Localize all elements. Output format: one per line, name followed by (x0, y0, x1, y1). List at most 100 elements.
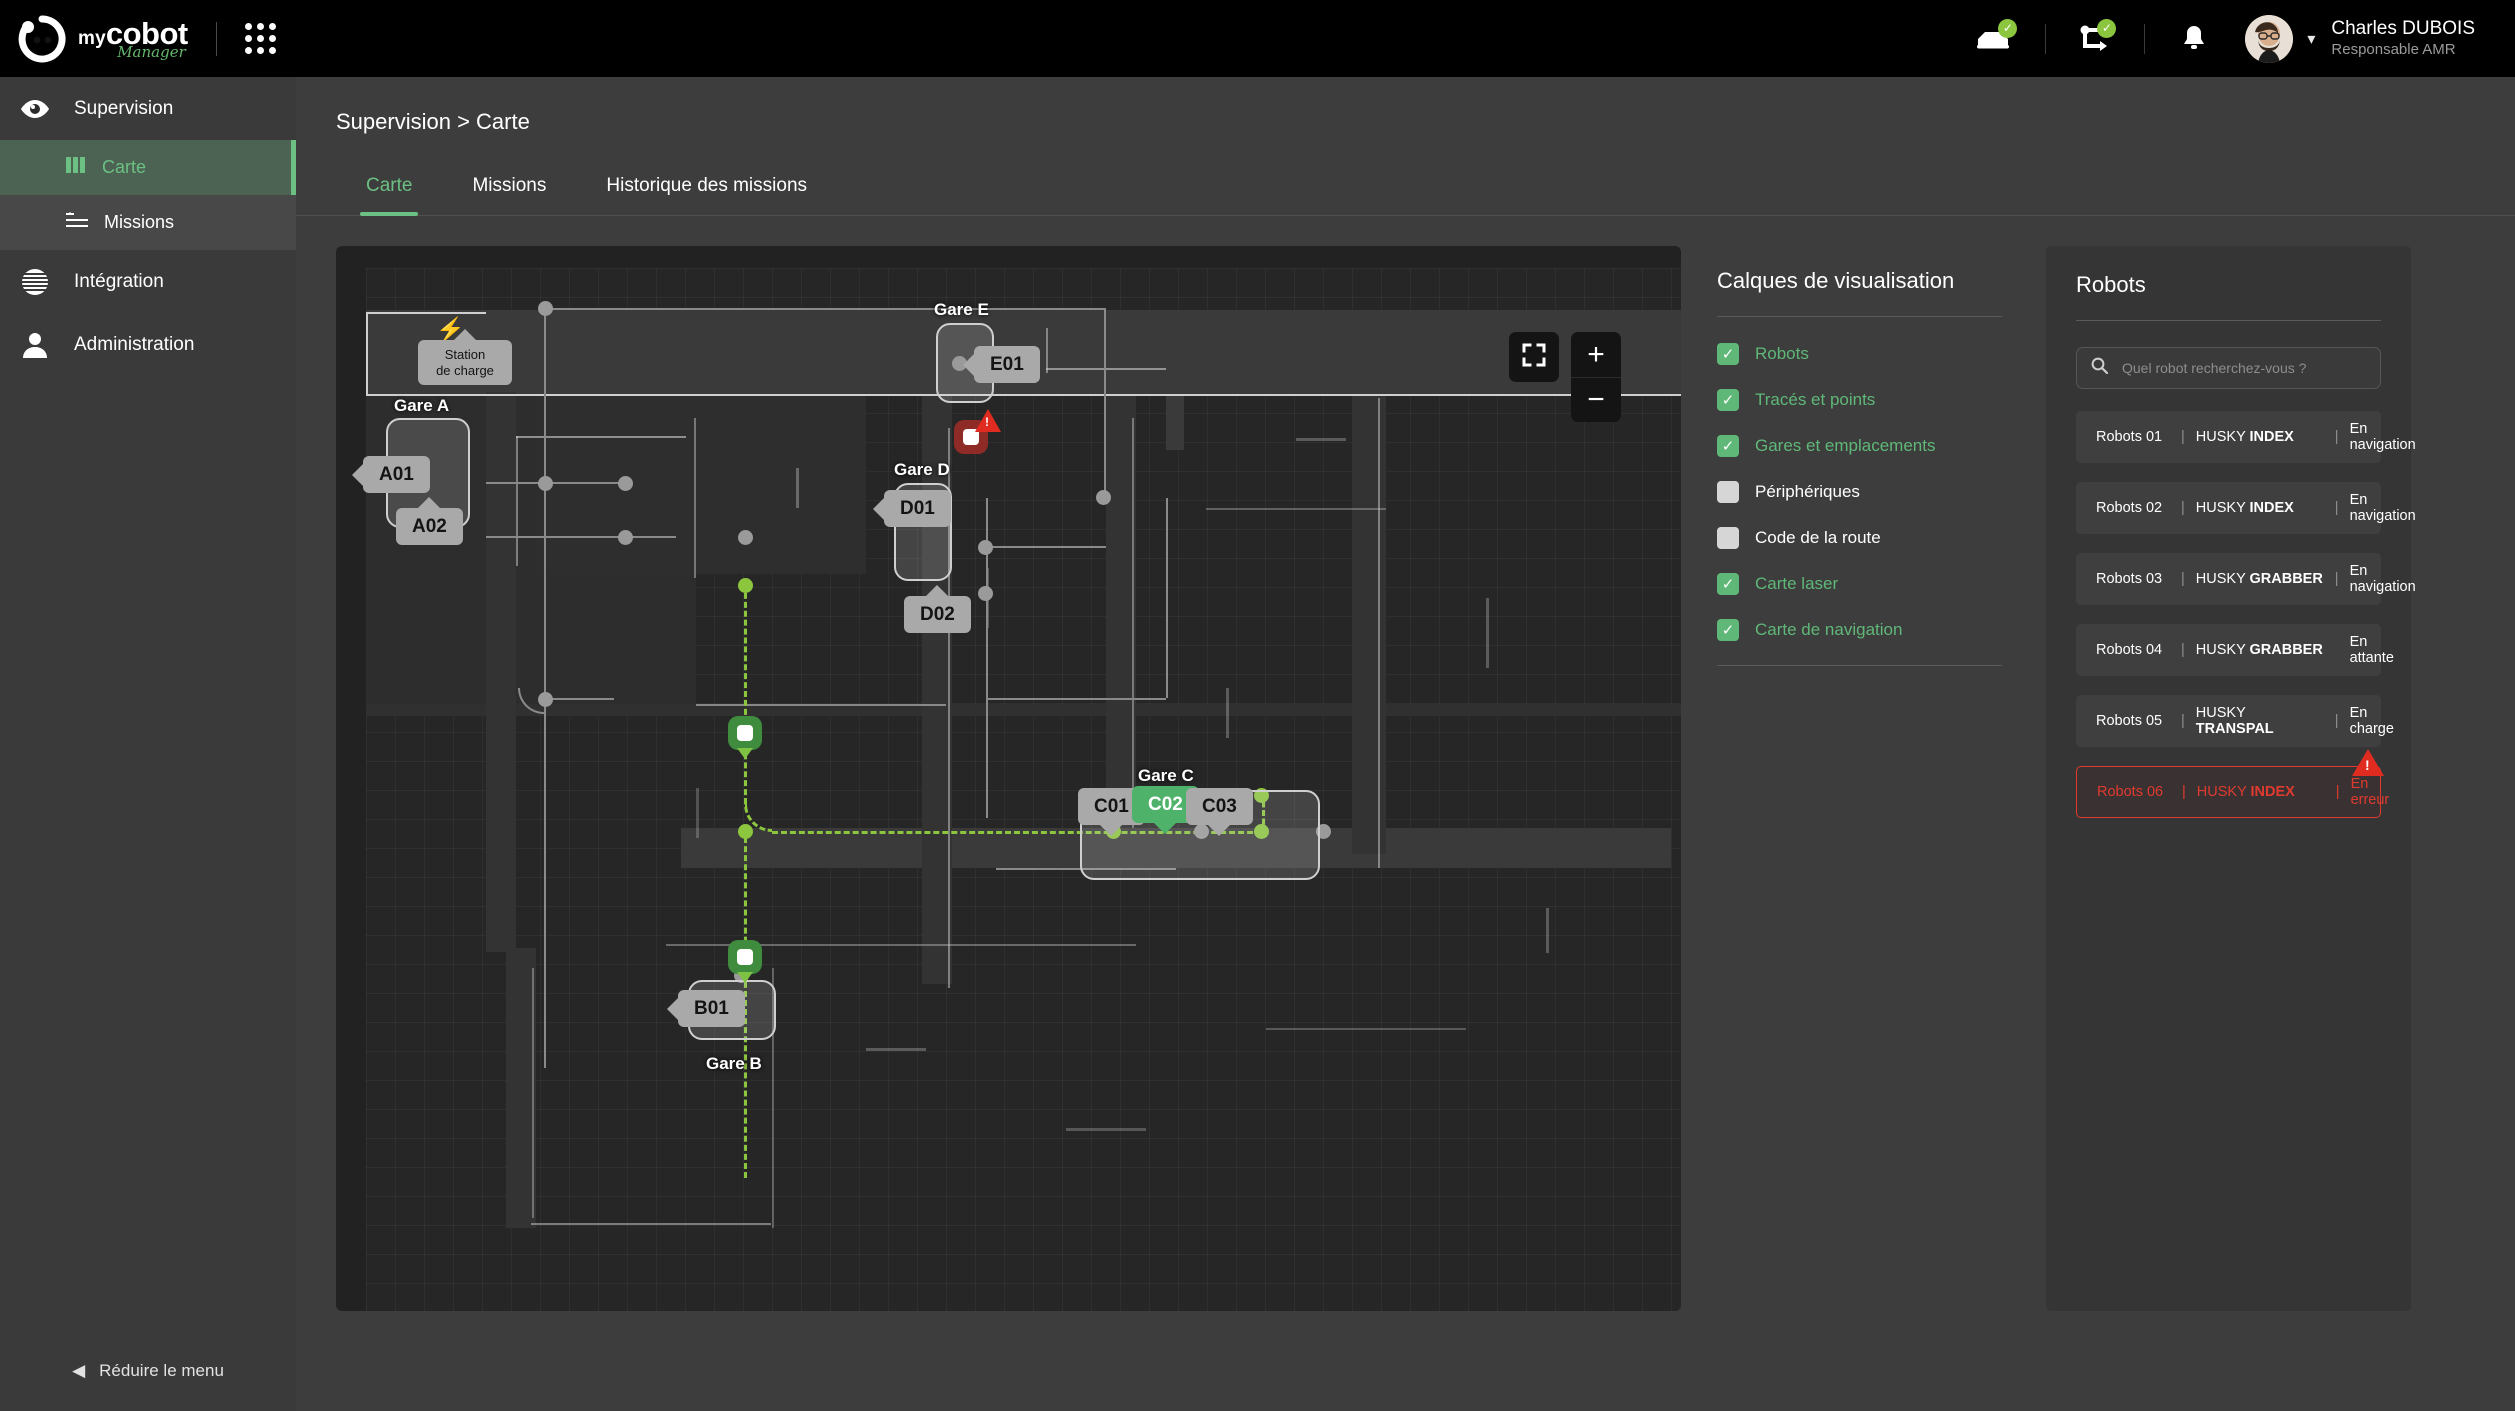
sidebar-item-label-carte: Carte (102, 157, 147, 177)
robot-row-02[interactable]: Robots 02 | HUSKY INDEX | En navigation (2076, 482, 2416, 534)
app-root: mycobot Manager ✓ ✓ ▾ Charles DUBOIS Res… (0, 0, 2515, 1411)
layer-label-peripheriques: Périphériques (1755, 482, 1860, 501)
slot-c03-label: C03 (1202, 796, 1237, 817)
waypoint[interactable] (1096, 490, 1111, 505)
slot-b01[interactable]: B01 (667, 990, 745, 1027)
collapse-menu-button[interactable]: ◀ Réduire le menu (0, 1361, 296, 1381)
waypoint[interactable] (738, 578, 753, 593)
waypoint[interactable] (538, 692, 553, 707)
map-robot-marker[interactable] (728, 940, 762, 983)
user-info[interactable]: Charles DUBOIS Responsable AMR (2331, 17, 2475, 60)
map-robot-marker[interactable] (728, 716, 762, 759)
waypoint[interactable] (978, 586, 993, 601)
waypoint[interactable] (538, 301, 553, 316)
layer-label-robots: Robots (1755, 344, 1809, 363)
robot-model-name-02: INDEX (2249, 500, 2294, 516)
slot-e01-label: E01 (990, 354, 1024, 375)
layer-checkbox-robots[interactable] (1717, 343, 1739, 365)
sidebar-item-supervision[interactable]: Supervision (0, 77, 296, 140)
vehicle-status-icon[interactable]: ✓ (1969, 18, 2023, 59)
laser-speck (866, 1048, 926, 1051)
slot-a01[interactable]: A01 (352, 456, 430, 493)
layer-row-carte-laser[interactable]: Carte laser (1717, 573, 2002, 595)
robot-model-02: HUSKY INDEX (2196, 500, 2324, 516)
topbar-sep-2 (2144, 23, 2146, 54)
notifications-bell-icon[interactable] (2167, 19, 2221, 59)
top-bar: mycobot Manager ✓ ✓ ▾ Charles DUBOIS Res… (0, 0, 2515, 77)
layer-row-code-de-la-route[interactable]: Code de la route (1717, 527, 2002, 549)
slot-d02[interactable]: D02 (904, 585, 971, 633)
layer-checkbox-carte-laser[interactable] (1717, 573, 1739, 595)
robot-sep: | (2181, 429, 2185, 445)
map-viewport[interactable]: ⚡ Station de charge Gare A A01 A02 Gare … (352, 268, 1681, 1311)
layer-row-traces-et-points[interactable]: Tracés et points (1717, 389, 2002, 411)
robot-model-prefix-06: HUSKY (2196, 784, 2247, 800)
layers-divider (1717, 316, 2002, 317)
nav-zone (1352, 394, 1386, 854)
waypoint[interactable] (738, 824, 753, 839)
charging-station-label[interactable]: Station de charge (418, 329, 512, 386)
layers-bottom-divider (1717, 665, 2002, 666)
charging-station-line2: de charge (436, 362, 494, 378)
layer-checkbox-code-de-la-route[interactable] (1717, 527, 1739, 549)
robot-row-05[interactable]: Robots 05 | HUSKY TRANSPAL | En charge (2076, 695, 2394, 747)
waypoint[interactable] (618, 530, 633, 545)
sidebar-item-missions[interactable]: Missions (0, 195, 296, 250)
robot-search[interactable] (2076, 347, 2381, 389)
robot-model-name-04: GRABBER (2249, 642, 2323, 658)
map-canvas[interactable]: ⚡ Station de charge Gare A A01 A02 Gare … (336, 246, 1681, 1311)
robot-row-04[interactable]: Robots 04 | HUSKY GRABBER | En attante (2076, 624, 2394, 676)
sidebar-item-administration[interactable]: Administration (0, 313, 296, 376)
waypoint[interactable] (978, 540, 993, 555)
layer-label-gares-et-emplacements: Gares et emplacements (1755, 436, 1936, 455)
layer-checkbox-carte-de-navigation[interactable] (1717, 619, 1739, 641)
mission-flow-icon[interactable]: ✓ (2068, 18, 2122, 59)
layer-checkbox-gares-et-emplacements[interactable] (1717, 435, 1739, 457)
slot-a02[interactable]: A02 (396, 497, 463, 545)
search-input[interactable] (2122, 360, 2366, 376)
robot-name-06: Robots 06 (2097, 784, 2164, 800)
sidebar-item-integration[interactable]: Intégration (0, 250, 296, 313)
brand-logo[interactable]: mycobot Manager (18, 14, 188, 63)
collapse-menu-label: Réduire le menu (99, 1361, 224, 1380)
zoom-in-button[interactable]: + (1571, 332, 1621, 377)
apps-grid-icon[interactable] (244, 23, 276, 54)
robot-model-prefix-01: HUSKY (2195, 429, 2246, 445)
nav-zone (486, 392, 516, 952)
chevron-down-icon[interactable]: ▾ (2307, 29, 2315, 49)
zoom-out-button[interactable]: − (1571, 377, 1621, 422)
sidebar-item-carte[interactable]: Carte (0, 140, 296, 195)
waypoint[interactable] (738, 530, 753, 545)
robot-row-03[interactable]: Robots 03 | HUSKY GRABBER | En navigatio… (2076, 553, 2416, 605)
topbar-actions: ✓ ✓ ▾ Charles DUBOIS Responsable AMR (1969, 14, 2475, 63)
robot-row-01[interactable]: Robots 01 | HUSKY INDEX | En navigation (2076, 411, 2416, 463)
gare-d-label: Gare D (894, 460, 950, 479)
slot-d01-label: D01 (900, 498, 935, 519)
layer-checkbox-traces-et-points[interactable] (1717, 389, 1739, 411)
topbar-divider (215, 21, 217, 56)
layer-checkbox-peripheriques[interactable] (1717, 481, 1739, 503)
tab-carte[interactable]: Carte (336, 163, 442, 216)
brand-wordmark: mycobot Manager (78, 18, 188, 60)
route-segment (986, 698, 1166, 700)
layer-row-gares-et-emplacements[interactable]: Gares et emplacements (1717, 435, 2002, 457)
layer-row-peripheriques[interactable]: Périphériques (1717, 481, 2002, 503)
robot-row-06[interactable]: Robots 06 | HUSKY INDEX | En erreur ! (2076, 749, 2389, 818)
layer-row-robots[interactable]: Robots (1717, 343, 2002, 365)
laser-wall (1206, 508, 1386, 510)
avatar[interactable] (2245, 14, 2294, 63)
waypoint[interactable] (618, 476, 633, 491)
robot-status-03: En navigation (2349, 563, 2416, 595)
robot-sep: | (2181, 713, 2185, 729)
tab-historique-des-missions[interactable]: Historique des missions (576, 163, 837, 215)
slot-d01[interactable]: D01 (873, 490, 951, 527)
route-segment (1104, 308, 1106, 498)
tab-missions[interactable]: Missions (442, 163, 576, 215)
fullscreen-button[interactable] (1509, 332, 1559, 382)
layer-label-code-de-la-route: Code de la route (1755, 528, 1881, 547)
map-robot-marker-error[interactable]: ! (954, 409, 1001, 454)
waypoint[interactable] (538, 476, 553, 491)
slot-c03[interactable]: C03 (1186, 788, 1253, 836)
layer-row-carte-de-navigation[interactable]: Carte de navigation (1717, 619, 2002, 641)
slot-e01[interactable]: E01 (963, 346, 1040, 383)
